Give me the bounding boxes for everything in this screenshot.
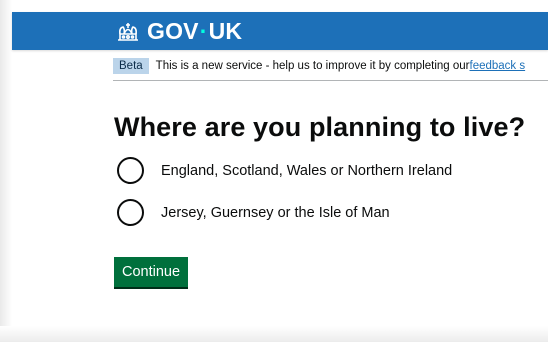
browser-viewport: GOV · UK Beta This is a new service - help… [0,0,548,342]
phase-banner-text: This is a new service - help us to impro… [155,60,470,72]
radio-option-crown-dependencies[interactable]: Jersey, Guernsey or the Isle of Man [117,199,390,226]
window-bottom-edge [0,326,548,342]
govuk-header: GOV · UK [12,12,548,50]
feedback-link[interactable]: feedback s [470,60,526,72]
logo-dot: · [199,17,208,44]
radio-label[interactable]: England, Scotland, Wales or Northern Ire… [161,163,452,179]
crown-icon [118,23,138,41]
phase-banner: Beta This is a new service - help us to … [113,53,548,79]
radio-button[interactable] [117,199,144,226]
beta-tag: Beta [113,58,149,74]
window-shadow [0,0,12,342]
logo-text-uk: UK [208,17,243,44]
radio-option-uk[interactable]: England, Scotland, Wales or Northern Ire… [117,157,452,184]
logo-text-gov: GOV [147,17,199,44]
radio-button[interactable] [117,157,144,184]
phase-banner-divider [113,80,548,81]
continue-button[interactable]: Continue [114,257,189,287]
page-title: Where are you planning to live? [114,112,526,142]
govuk-logo-link[interactable]: GOV · UK [115,15,242,47]
radio-label[interactable]: Jersey, Guernsey or the Isle of Man [161,205,390,221]
